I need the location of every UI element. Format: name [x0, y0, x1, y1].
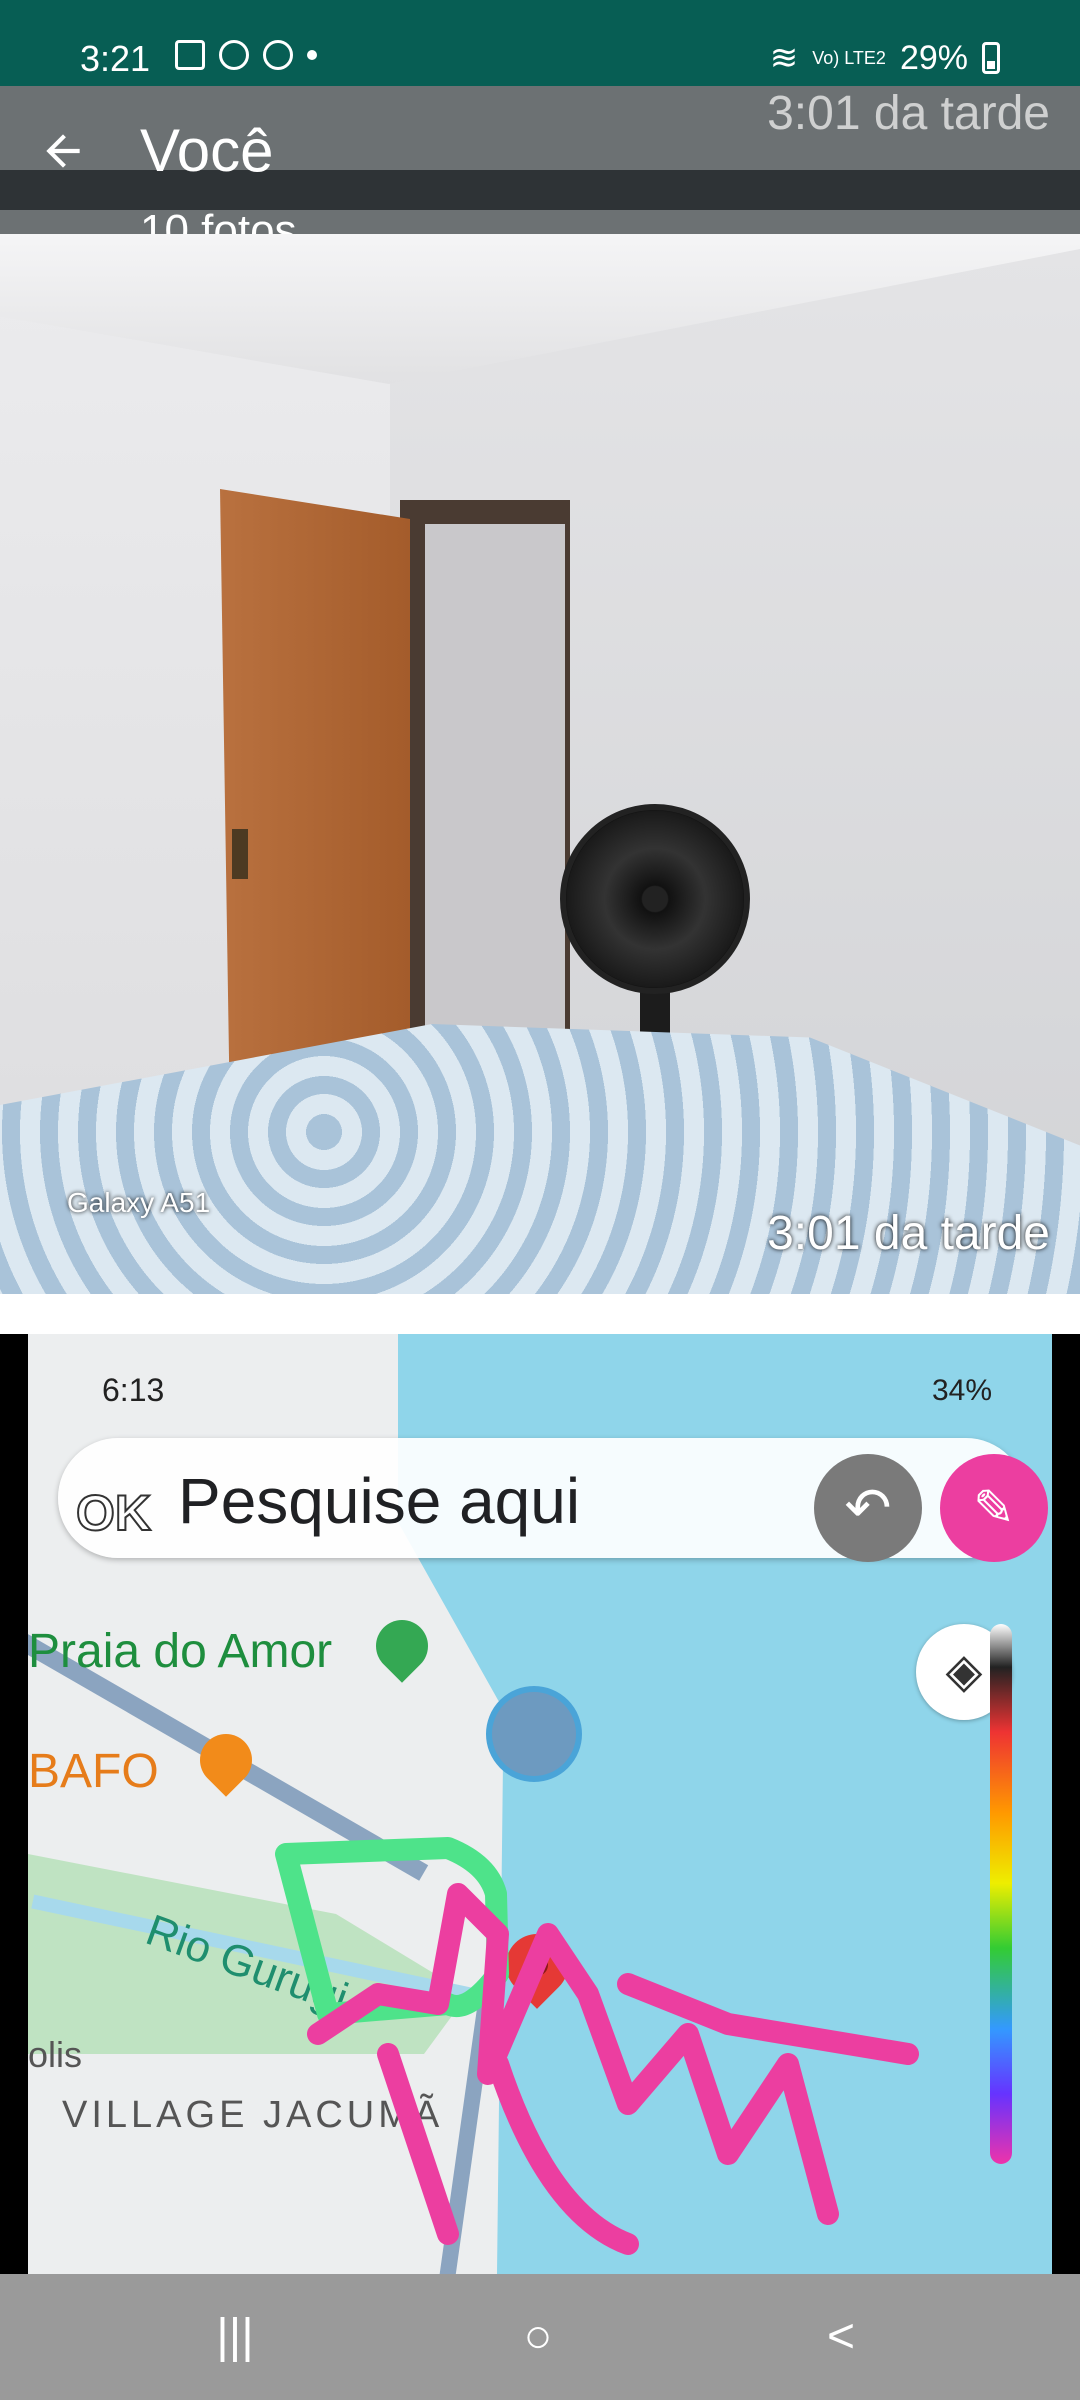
battery-icon — [982, 42, 1000, 74]
navigation-bar: ||| ○ < — [0, 2274, 1080, 2400]
door-knob — [232, 829, 248, 879]
status-right: ≋ Vo) LTE2 29% — [770, 38, 1000, 78]
status-bar: 3:21 ≋ Vo) LTE2 29% — [0, 0, 1080, 86]
header-timestamp: 3:01 da tarde — [767, 87, 1050, 140]
whatsapp-icon — [219, 40, 249, 70]
separator — [0, 1294, 1080, 1334]
camera-model: Galaxy A51 — [67, 1187, 211, 1218]
back-button[interactable]: < — [806, 2304, 876, 2370]
photo-count: 10 fotos — [140, 206, 297, 234]
more-notifications-icon — [307, 50, 317, 60]
home-button[interactable]: ○ — [503, 2304, 573, 2370]
map-screenshot[interactable]: 6:13 34% Pesquise aqui OK ↶ ✎ ◈ Praia do… — [0, 1334, 1080, 2274]
gallery-icon — [175, 40, 205, 70]
page-title: Você — [140, 117, 274, 184]
photo-timestamp: 3:01 da tarde — [767, 1207, 1050, 1260]
media-header: Você 10 fotos 3:01 da tarde — [0, 86, 1080, 234]
status-time: 3:21 — [80, 38, 151, 79]
fan — [560, 804, 750, 994]
recents-button[interactable]: ||| — [200, 2304, 270, 2370]
map-canvas: 6:13 34% Pesquise aqui OK ↶ ✎ ◈ Praia do… — [28, 1334, 1052, 2274]
freehand-drawing — [275, 1837, 919, 2255]
bell-icon — [263, 40, 293, 70]
wifi-icon: ≋ — [769, 39, 799, 77]
notification-icons — [175, 40, 317, 70]
pink-scribble — [307, 1883, 919, 2255]
doorway — [425, 524, 565, 1064]
battery-label: 29% — [899, 38, 968, 77]
bedroom-photo[interactable]: Galaxy A51 3:01 da tarde — [0, 234, 1080, 1294]
door — [220, 489, 410, 1089]
back-arrow-icon[interactable] — [38, 126, 88, 176]
network-label: Vo) LTE2 — [812, 47, 886, 68]
